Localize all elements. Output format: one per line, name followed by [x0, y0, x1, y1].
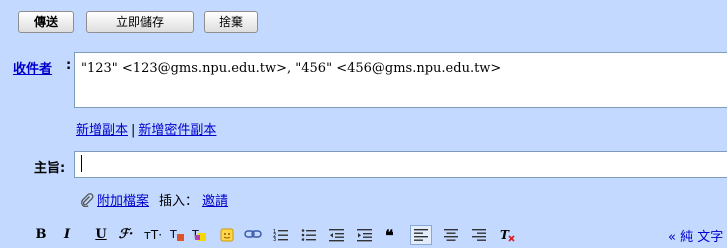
italic-button[interactable]: I — [60, 226, 74, 244]
font-menu-button[interactable]: ℱ· — [115, 226, 137, 244]
cc-links: 新增副本 | 新增密件副本 — [76, 119, 216, 138]
discard-button[interactable]: 捨棄 — [204, 11, 258, 33]
svg-text:T: T — [500, 228, 510, 242]
insert-label: 插入： — [159, 194, 199, 209]
to-field[interactable]: "123" <123@gms.npu.edu.tw>, "456" <456@g… — [74, 52, 727, 108]
emoticon-icon[interactable] — [218, 226, 236, 244]
attach-file-link[interactable]: 附加檔案 — [97, 194, 149, 209]
subject-field[interactable] — [74, 151, 727, 178]
decrease-indent-icon[interactable] — [328, 226, 346, 244]
add-cc-link[interactable]: 新增副本 — [76, 123, 128, 138]
bulleted-list-icon[interactable] — [300, 226, 318, 244]
paperclip-icon — [80, 193, 94, 208]
text-color-icon[interactable]: T — [168, 226, 186, 244]
plain-text-link[interactable]: « 純 文字 — [668, 226, 723, 245]
cc-separator: | — [131, 123, 136, 138]
to-label-link[interactable]: 收件者 — [13, 58, 52, 77]
send-button[interactable]: 傳送 — [18, 11, 74, 33]
font-size-button[interactable]: тT· — [140, 226, 166, 244]
link-icon[interactable] — [243, 226, 263, 244]
blockquote-icon[interactable]: ❝ — [384, 226, 402, 244]
align-right-icon[interactable] — [470, 226, 488, 244]
svg-text:3: 3 — [273, 237, 276, 242]
subject-label: 主旨: — [34, 161, 66, 176]
highlight-color-icon[interactable]: T — [190, 226, 208, 244]
underline-button[interactable]: U — [94, 226, 108, 244]
to-field-value: "123" <123@gms.npu.edu.tw>, "456" <456@g… — [81, 61, 502, 76]
svg-text:T: T — [169, 228, 177, 241]
svg-text:❝: ❝ — [385, 228, 394, 242]
add-bcc-link[interactable]: 新增密件副本 — [138, 123, 216, 138]
increase-indent-icon[interactable] — [356, 226, 374, 244]
compose-action-bar: 傳送 立即儲存 捨棄 — [0, 0, 727, 42]
format-toolbar: B I U ℱ· тT· T T 123 ❝ T — [0, 223, 727, 248]
numbered-list-icon[interactable]: 123 — [272, 226, 290, 244]
remove-formatting-icon[interactable]: T — [498, 226, 516, 244]
bold-button[interactable]: B — [34, 226, 48, 244]
align-center-icon[interactable] — [442, 226, 460, 244]
invite-link[interactable]: 邀請 — [202, 194, 228, 209]
to-colon: : — [66, 58, 72, 73]
save-now-button[interactable]: 立即儲存 — [86, 11, 194, 33]
text-caret — [81, 155, 82, 172]
align-left-icon[interactable] — [410, 225, 432, 245]
attach-row: 附加檔案 插入： 邀請 — [80, 190, 228, 209]
